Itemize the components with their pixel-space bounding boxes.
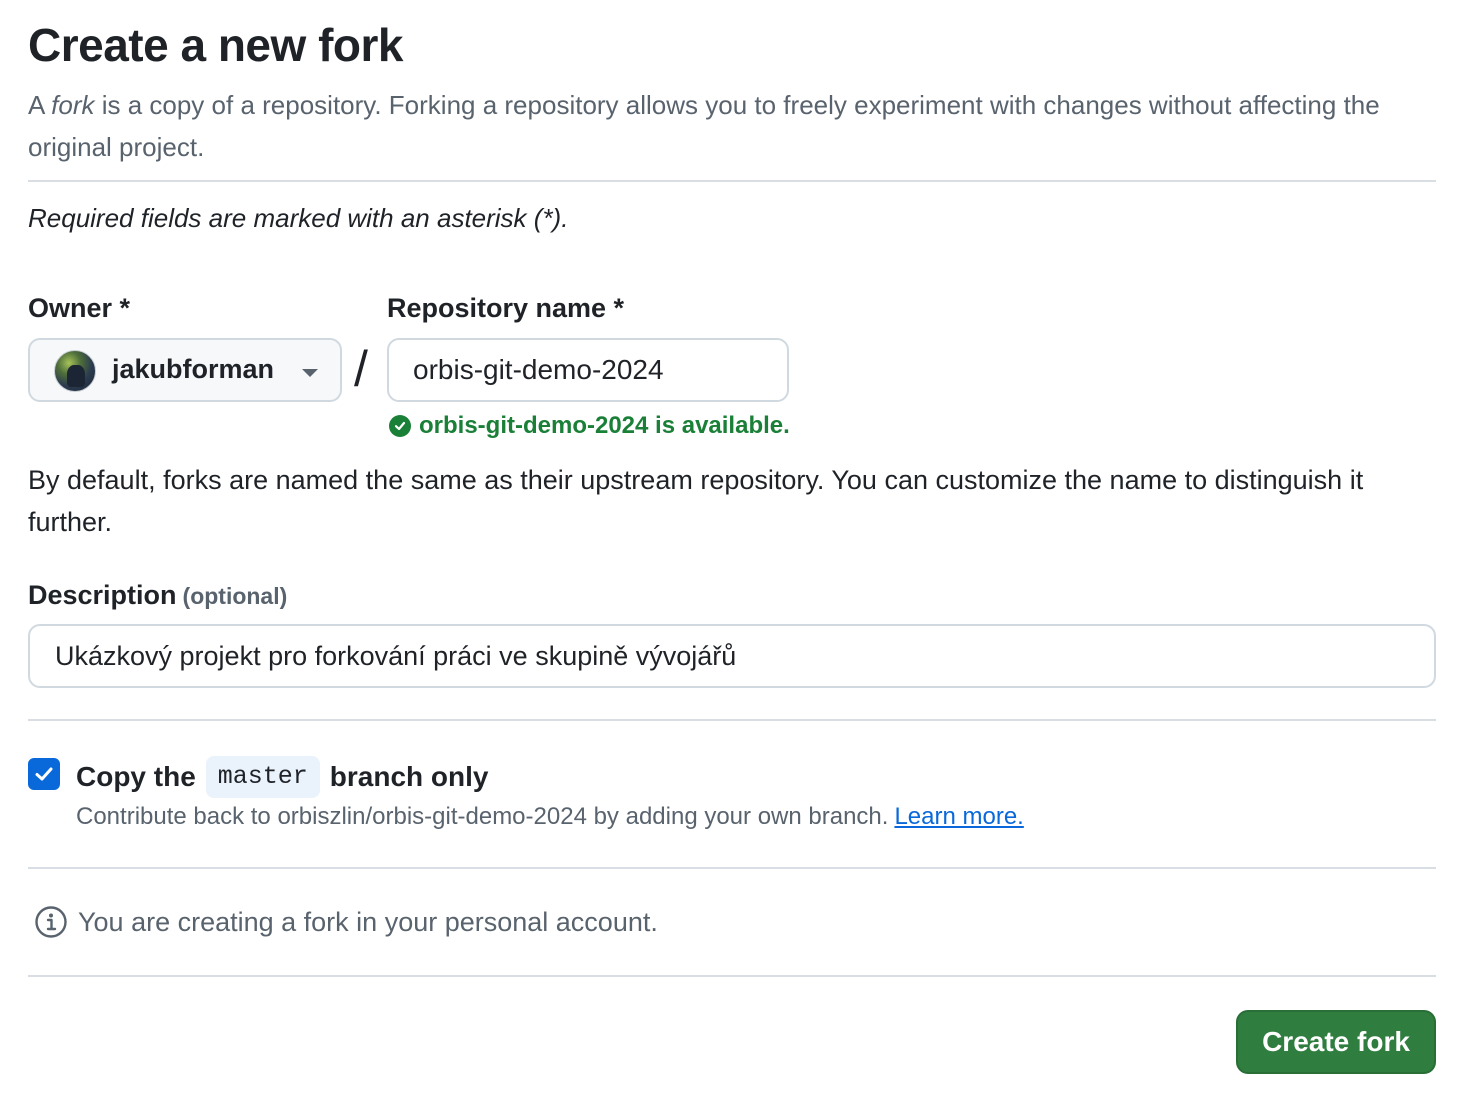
divider (28, 719, 1436, 721)
description-label-text: Description (28, 580, 177, 610)
subtitle-prefix: A (28, 90, 52, 120)
required-fields-note: Required fields are marked with an aster… (28, 203, 569, 233)
check-circle-icon (389, 415, 411, 437)
copy-branch-label-before: Copy the (76, 761, 196, 792)
repository-name-label: Repository name * (387, 293, 625, 323)
optional-tag: (optional) (182, 583, 288, 609)
copy-branch-help: Contribute back to orbiszlin/orbis-git-d… (76, 803, 1024, 831)
owner-avatar (54, 350, 96, 392)
owner-label: Owner * (28, 293, 131, 323)
fork-naming-helper: By default, forks are named the same as … (28, 465, 1364, 537)
personal-account-notice: You are creating a fork in your personal… (34, 905, 658, 939)
notice-text: You are creating a fork in your personal… (78, 906, 658, 937)
availability-status: orbis-git-demo-2024 is available. (389, 412, 790, 440)
owner-select[interactable]: jakubforman (28, 338, 342, 402)
description-input[interactable] (28, 624, 1436, 688)
description-label: Description (optional) (28, 580, 287, 611)
page-title: Create a new fork (28, 19, 403, 71)
subtitle-emphasis: fork (51, 90, 95, 120)
copy-branch-help-text: Contribute back to orbiszlin/orbis-git-d… (76, 803, 889, 830)
divider (28, 867, 1436, 869)
owner-repo-separator: / (354, 341, 368, 397)
divider (28, 975, 1436, 977)
copy-branch-checkbox[interactable] (28, 758, 60, 790)
copy-branch-label-after: branch only (329, 761, 489, 792)
learn-more-link[interactable]: Learn more. (894, 803, 1023, 830)
info-icon (35, 906, 67, 938)
divider (28, 180, 1436, 182)
copy-branch-label[interactable]: Copy the master branch only (76, 756, 489, 798)
availability-text: orbis-git-demo-2024 is available. (419, 412, 790, 439)
checkmark-icon (35, 767, 53, 781)
owner-name: jakubforman (112, 354, 275, 384)
branch-name-chip: master (205, 756, 320, 798)
page-subtitle: A fork is a copy of a repository. Forkin… (28, 84, 1408, 168)
chevron-down-icon (302, 369, 318, 377)
subtitle-rest: is a copy of a repository. Forking a rep… (28, 90, 1380, 162)
repository-name-input[interactable] (387, 338, 789, 402)
create-fork-button[interactable]: Create fork (1236, 1010, 1436, 1074)
